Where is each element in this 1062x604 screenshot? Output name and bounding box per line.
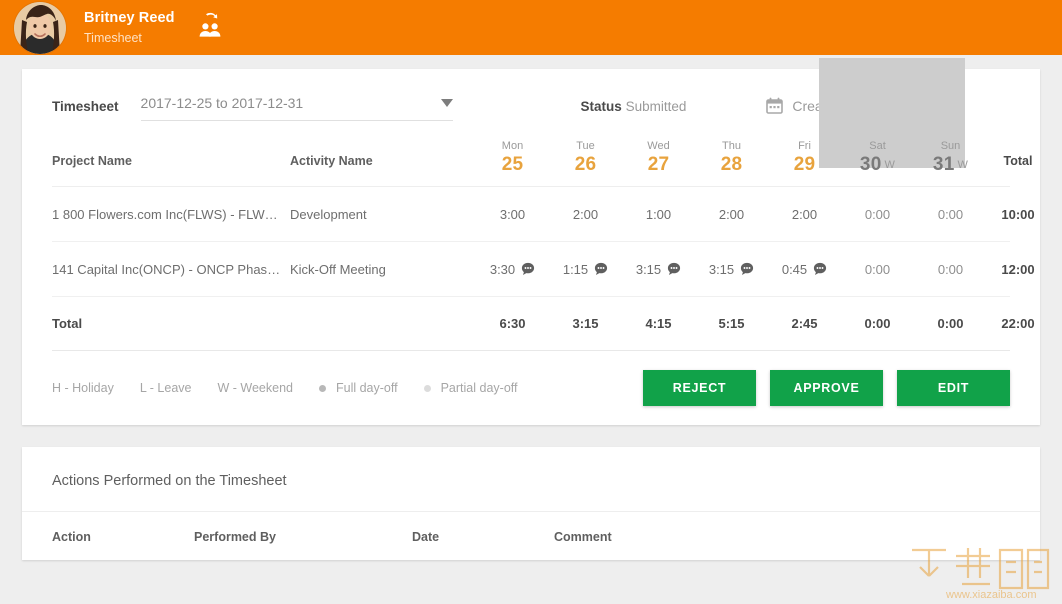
cell-hours-wed[interactable]: 3:15 xyxy=(622,262,695,277)
status-block: Status Submitted xyxy=(581,95,687,114)
col-header-comment: Comment xyxy=(554,530,612,544)
totals-sun: 0:00 xyxy=(937,316,964,331)
totals-sat: 0:00 xyxy=(864,316,891,331)
col-header-day-2: Wed 27 xyxy=(647,140,670,176)
col-header-date: Date xyxy=(412,530,440,544)
user-subtitle: Timesheet xyxy=(84,30,142,45)
edit-button[interactable]: EDIT xyxy=(897,370,1010,406)
cell-hours-mon[interactable]: 3:00 xyxy=(476,207,549,222)
cell-hours-tue[interactable]: 1:15 xyxy=(549,262,622,277)
totals-thu: 5:15 xyxy=(718,316,745,331)
col-header-day-0: Mon 25 xyxy=(501,140,524,176)
totals-mon: 6:30 xyxy=(499,316,526,331)
period-select[interactable]: 2017-12-25 to 2017-12-31 xyxy=(140,95,453,121)
col-header-day-5: Sat 30 W xyxy=(859,140,896,176)
actions-card: Actions Performed on the Timesheet Actio… xyxy=(22,447,1040,560)
cell-hours-sat[interactable]: 0:00 xyxy=(841,207,914,222)
chevron-down-icon xyxy=(440,99,453,107)
cell-row-total: 12:00 xyxy=(1001,261,1035,277)
legend-leave: L - Leave xyxy=(139,381,192,395)
cell-hours-sun[interactable]: 0:00 xyxy=(914,262,987,277)
user-photo-avatar xyxy=(14,1,66,54)
actions-table-header: Action Performed By Date Comment xyxy=(22,512,1040,560)
col-header-total: Total xyxy=(1003,154,1033,168)
cell-project: 141 Capital Inc(ONCP) - ONCP Phase-CR… xyxy=(52,261,290,277)
avatar[interactable] xyxy=(14,1,66,54)
comment-bubble-icon[interactable] xyxy=(521,262,535,276)
app-header-bar: Britney Reed Timesheet xyxy=(0,0,1062,55)
cell-hours-fri[interactable]: 0:45 xyxy=(768,262,841,277)
totals-fri: 2:45 xyxy=(791,316,818,331)
cell-hours-mon[interactable]: 3:30 xyxy=(476,262,549,277)
legend-full-dayoff: Full day-off xyxy=(318,381,398,395)
status-label: Status xyxy=(580,99,622,114)
legend: H - Holiday L - Leave W - Weekend Full d… xyxy=(52,381,518,395)
totals-wed: 4:15 xyxy=(645,316,672,331)
timesheet-card: Timesheet 2017-12-25 to 2017-12-31 Statu… xyxy=(22,58,1040,425)
calendar-icon xyxy=(766,97,784,114)
table-totals-row: Total 6:30 3:15 4:15 5:15 2:45 0:00 0:00… xyxy=(52,297,1035,351)
comment-bubble-icon[interactable] xyxy=(740,262,754,276)
table-header-row: Project Name Activity Name Mon 25 Tue 26… xyxy=(52,129,1032,187)
comment-bubble-icon[interactable] xyxy=(813,262,827,276)
cell-hours-sun[interactable]: 0:00 xyxy=(914,207,987,222)
cell-hours-fri[interactable]: 2:00 xyxy=(768,207,841,222)
col-header-project: Project Name xyxy=(52,154,132,168)
user-name: Britney Reed xyxy=(84,9,175,26)
action-buttons: REJECT APPROVE EDIT xyxy=(643,370,1010,406)
legend-weekend: W - Weekend xyxy=(217,381,293,395)
cell-hours-sat[interactable]: 0:00 xyxy=(841,262,914,277)
page-body: Timesheet 2017-12-25 to 2017-12-31 Statu… xyxy=(0,58,1062,604)
cell-hours-tue[interactable]: 2:00 xyxy=(549,207,622,222)
cell-hours-thu[interactable]: 3:15 xyxy=(695,262,768,277)
col-header-performed-by: Performed By xyxy=(194,530,276,544)
actions-section-title: Actions Performed on the Timesheet xyxy=(22,447,1040,512)
cell-row-total: 10:00 xyxy=(1001,206,1035,222)
comment-bubble-icon[interactable] xyxy=(594,262,608,276)
col-header-activity: Activity Name xyxy=(290,154,373,168)
approve-button[interactable]: APPROVE xyxy=(770,370,883,406)
legend-holiday: H - Holiday xyxy=(52,381,114,395)
col-header-day-6: Sun 31 W xyxy=(932,140,969,176)
partial-dayoff-dot-icon xyxy=(423,384,431,392)
totals-label: Total xyxy=(52,316,83,331)
create-timesheet-button[interactable]: Create timesheet xyxy=(766,95,899,114)
col-header-day-3: Thu 28 xyxy=(720,140,743,176)
table-row[interactable]: 141 Capital Inc(ONCP) - ONCP Phase-CR… K… xyxy=(52,242,1035,297)
timesheet-toolbar: Timesheet 2017-12-25 to 2017-12-31 Statu… xyxy=(22,69,1040,129)
timesheet-grid: Project Name Activity Name Mon 25 Tue 26… xyxy=(22,58,1040,351)
cell-hours-thu[interactable]: 2:00 xyxy=(695,207,768,222)
table-row[interactable]: 1 800 Flowers.com Inc(FLWS) - FLWS Ph… D… xyxy=(52,187,1035,242)
col-header-action: Action xyxy=(52,530,91,544)
cell-project: 1 800 Flowers.com Inc(FLWS) - FLWS Ph… xyxy=(52,206,290,222)
totals-grand: 22:00 xyxy=(1001,316,1035,331)
totals-tue: 3:15 xyxy=(572,316,599,331)
col-header-day-1: Tue 26 xyxy=(574,140,597,176)
col-header-day-4: Fri 29 xyxy=(793,140,816,176)
cell-activity: Kick-Off Meeting xyxy=(290,261,386,277)
user-info: Britney Reed Timesheet xyxy=(84,10,175,45)
legend-partial-dayoff: Partial day-off xyxy=(423,381,518,395)
status-badge: Submitted xyxy=(625,99,687,114)
timesheet-footer: H - Holiday L - Leave W - Weekend Full d… xyxy=(22,351,1040,425)
comment-bubble-icon[interactable] xyxy=(667,262,681,276)
period-value: 2017-12-25 to 2017-12-31 xyxy=(140,95,304,111)
cell-activity: Development xyxy=(290,206,367,222)
reject-button[interactable]: REJECT xyxy=(643,370,756,406)
people-group-icon[interactable] xyxy=(197,11,223,39)
create-timesheet-label: Create timesheet xyxy=(792,97,899,114)
cell-hours-wed[interactable]: 1:00 xyxy=(622,207,695,222)
full-dayoff-dot-icon xyxy=(318,384,326,392)
timesheet-label: Timesheet xyxy=(52,99,119,114)
